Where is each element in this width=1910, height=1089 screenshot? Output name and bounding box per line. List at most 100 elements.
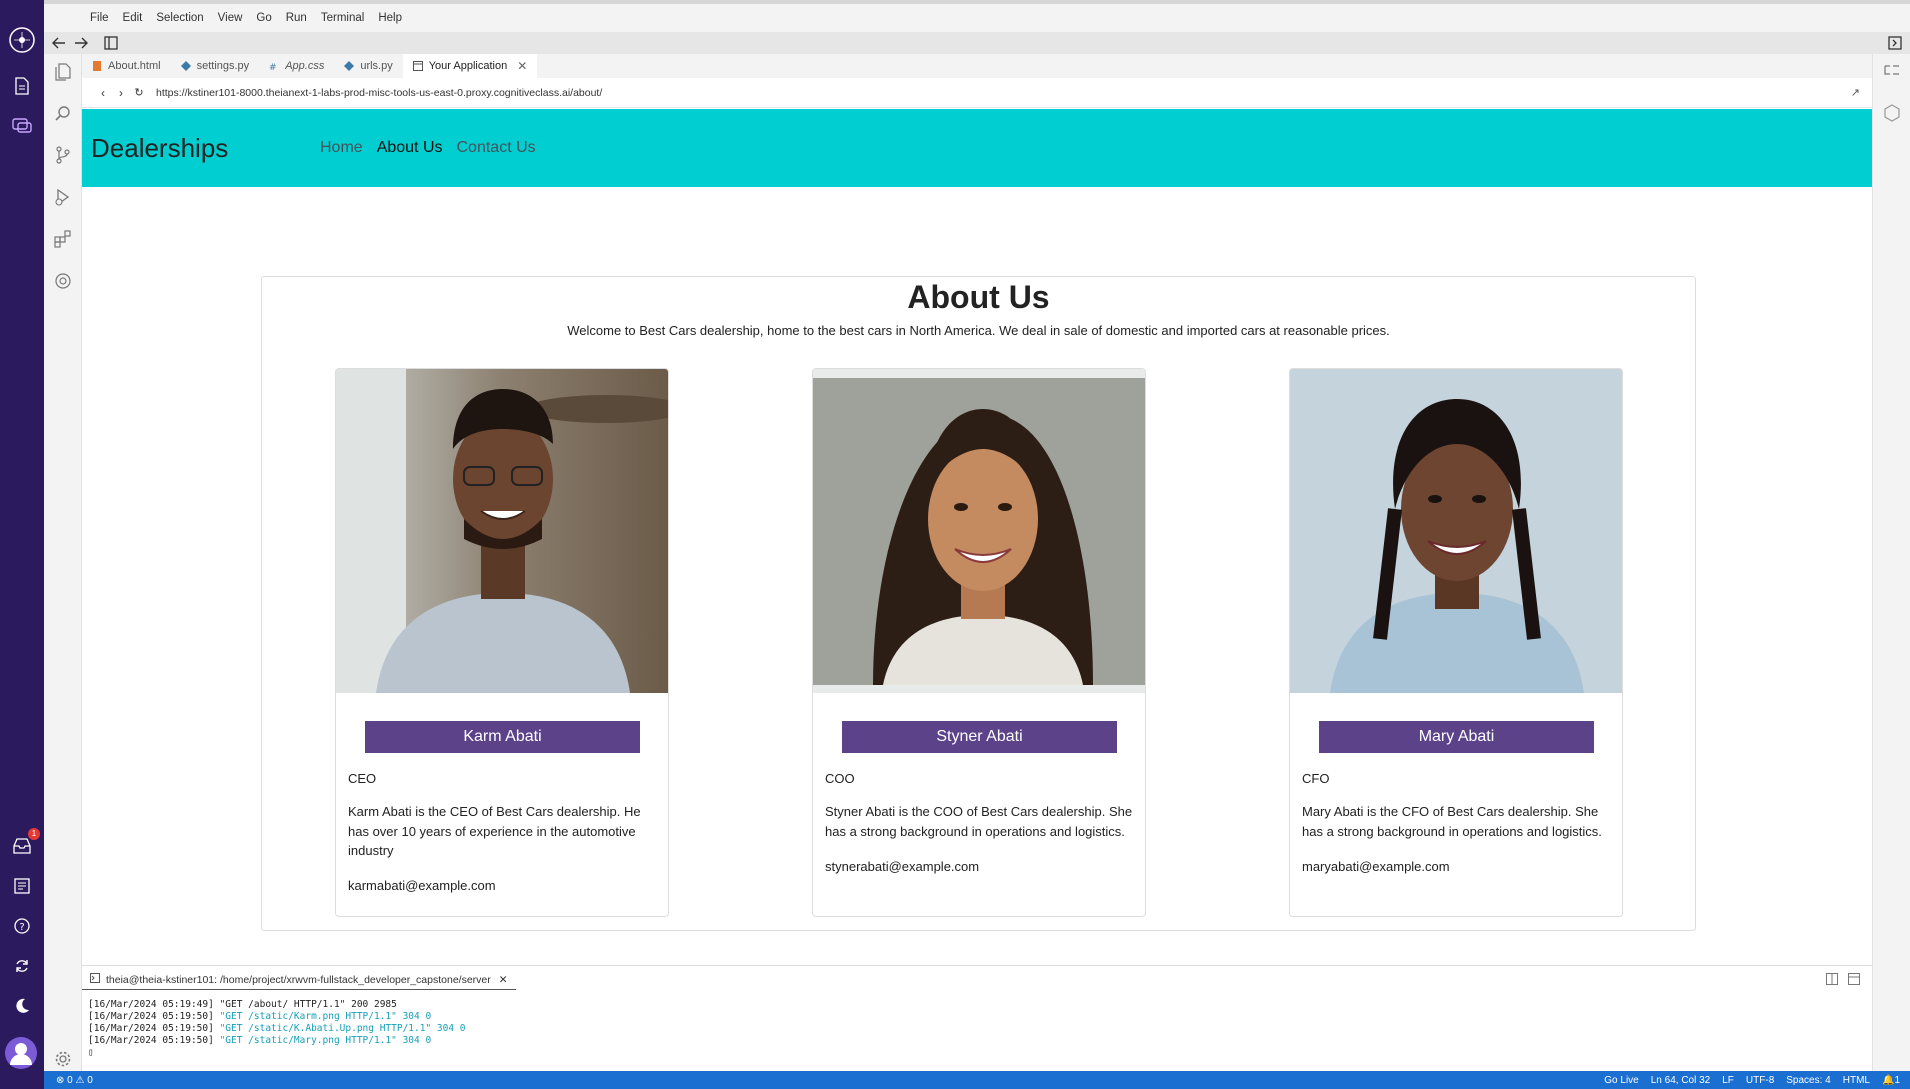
browser-url-bar: ‹ › ↻ https://kstiner101-8000.theianext-… bbox=[82, 78, 1872, 108]
forward-arrow-icon[interactable] bbox=[72, 34, 90, 52]
nav-home[interactable]: Home bbox=[320, 139, 363, 157]
explorer-icon[interactable] bbox=[52, 61, 74, 83]
terminal-tab-label: theia@theia-kstiner101: /home/project/xr… bbox=[106, 973, 491, 986]
team-card-styner: Styner Abati COO Styner Abati is the COO… bbox=[812, 368, 1146, 917]
toggle-sidebar-icon[interactable] bbox=[102, 34, 120, 52]
chat-icon[interactable] bbox=[8, 112, 36, 140]
tab-label: Your Application bbox=[428, 60, 508, 72]
reload-icon[interactable]: ↻ bbox=[130, 86, 148, 99]
python-file-icon bbox=[180, 61, 191, 71]
name-button[interactable]: Mary Abati bbox=[1319, 721, 1594, 753]
terminal-line-text: "GET /static/Mary.png HTTP/1.1" 304 0 bbox=[219, 1035, 432, 1046]
terminal-line-text: "GET /static/K.Abati.Up.png HTTP/1.1" 30… bbox=[219, 1023, 466, 1034]
css-file-icon: # bbox=[269, 61, 279, 71]
terminal-line-text: "GET /about/ HTTP/1.1" 200 2985 bbox=[219, 999, 397, 1010]
tab-urls-py[interactable]: urls.py bbox=[334, 54, 402, 78]
theia-logo-icon[interactable] bbox=[8, 26, 36, 54]
browser-preview-icon bbox=[412, 61, 423, 71]
menu-run[interactable]: Run bbox=[286, 12, 307, 24]
tab-about-html[interactable]: About.html bbox=[82, 54, 171, 78]
name-button[interactable]: Karm Abati bbox=[365, 721, 640, 753]
profile-photo bbox=[1290, 369, 1622, 693]
indent-indicator[interactable]: Spaces: 4 bbox=[1786, 1075, 1830, 1086]
site-navbar: Dealerships Home About Us Contact Us bbox=[82, 109, 1872, 187]
terminal-output[interactable]: [16/Mar/2024 05:19:49] "GET /about/ HTTP… bbox=[88, 999, 466, 1059]
tab-app-css[interactable]: # App.css bbox=[259, 54, 334, 78]
terminal-line: [16/Mar/2024 05:19:49] "GET /about/ HTTP… bbox=[88, 999, 466, 1011]
url-field[interactable]: https://kstiner101-8000.theianext-1-labs… bbox=[156, 87, 602, 99]
status-bar: ⊗ 0 ⚠ 0 Go Live Ln 64, Col 32 LF UTF-8 S… bbox=[44, 1071, 1910, 1089]
notes-icon[interactable] bbox=[8, 872, 36, 900]
profile-photo bbox=[336, 369, 668, 693]
encoding-indicator[interactable]: UTF-8 bbox=[1746, 1075, 1774, 1086]
web-preview: Dealerships Home About Us Contact Us Abo… bbox=[82, 109, 1872, 965]
source-control-icon[interactable] bbox=[52, 144, 74, 166]
terminal-cursor: ▯ bbox=[88, 1047, 94, 1058]
tab-label: settings.py bbox=[196, 60, 250, 72]
menu-file[interactable]: File bbox=[90, 12, 109, 24]
language-indicator[interactable]: HTML bbox=[1843, 1075, 1870, 1086]
page-subtitle: Welcome to Best Cars dealership, home to… bbox=[567, 323, 1390, 338]
menu-terminal[interactable]: Terminal bbox=[321, 12, 364, 24]
terminal-tab[interactable]: theia@theia-kstiner101: /home/project/xr… bbox=[82, 970, 516, 990]
avatar-icon[interactable] bbox=[4, 1036, 38, 1070]
svg-text:#: # bbox=[269, 63, 277, 71]
tab-label: About.html bbox=[108, 60, 161, 72]
terminal-panel: theia@theia-kstiner101: /home/project/xr… bbox=[82, 965, 1872, 1071]
file-icon[interactable] bbox=[8, 72, 36, 100]
settings-gear-icon[interactable] bbox=[52, 1048, 74, 1070]
run-debug-icon[interactable] bbox=[52, 186, 74, 208]
sync-icon[interactable] bbox=[8, 952, 36, 980]
help-icon[interactable]: ? bbox=[8, 912, 36, 940]
maximize-panel-icon[interactable] bbox=[1848, 972, 1860, 990]
cursor-position[interactable]: Ln 64, Col 32 bbox=[1651, 1075, 1711, 1086]
search-icon[interactable] bbox=[52, 102, 74, 124]
moon-icon[interactable] bbox=[8, 992, 36, 1020]
menu-go[interactable]: Go bbox=[256, 12, 271, 24]
terminal-line: [16/Mar/2024 05:19:50] "GET /static/K.Ab… bbox=[88, 1023, 466, 1035]
editor-tabs: About.html settings.py # App.css urls.py… bbox=[82, 54, 1872, 78]
open-external-icon[interactable]: ↗ bbox=[1851, 86, 1860, 99]
menu-help[interactable]: Help bbox=[378, 12, 402, 24]
nav-contact-us[interactable]: Contact Us bbox=[457, 139, 536, 157]
python-file-icon bbox=[344, 61, 355, 71]
menu-view[interactable]: View bbox=[218, 12, 243, 24]
team-email: stynerabati@example.com bbox=[825, 859, 980, 874]
team-role: COO bbox=[825, 771, 855, 786]
page-title: About Us bbox=[907, 279, 1050, 315]
profile-photo bbox=[813, 369, 1145, 693]
close-icon[interactable]: ✕ bbox=[499, 974, 508, 986]
outline-icon[interactable] bbox=[1883, 62, 1901, 80]
browser-back-icon[interactable]: ‹ bbox=[94, 86, 112, 100]
tab-settings-py[interactable]: settings.py bbox=[171, 54, 260, 78]
eol-indicator[interactable]: LF bbox=[1722, 1075, 1734, 1086]
tab-your-application[interactable]: Your Application ✕ bbox=[402, 54, 538, 78]
activity-bar bbox=[44, 54, 82, 1071]
go-live-button[interactable]: Go Live bbox=[1604, 1075, 1638, 1086]
html-file-icon bbox=[92, 61, 102, 71]
terminal-line: [16/Mar/2024 05:19:50] "GET /static/Mary… bbox=[88, 1035, 466, 1047]
right-activity-bar bbox=[1872, 54, 1910, 1071]
team-role: CFO bbox=[1302, 771, 1330, 786]
name-button[interactable]: Styner Abati bbox=[842, 721, 1117, 753]
team-email: karmabati@example.com bbox=[348, 878, 496, 893]
split-terminal-icon[interactable] bbox=[1826, 972, 1838, 990]
problems-indicator[interactable]: ⊗ 0 ⚠ 0 bbox=[44, 1075, 93, 1086]
browser-forward-icon[interactable]: › bbox=[112, 86, 130, 100]
extensions-icon[interactable] bbox=[52, 228, 74, 250]
site-brand[interactable]: Dealerships bbox=[91, 133, 320, 164]
back-arrow-icon[interactable] bbox=[50, 34, 68, 52]
terminal-icon bbox=[90, 973, 100, 986]
team-card-mary: Mary Abati CFO Mary Abati is the CFO of … bbox=[1289, 368, 1623, 917]
ai-assist-icon[interactable] bbox=[1883, 104, 1901, 122]
toggle-panel-right-icon[interactable] bbox=[1886, 34, 1904, 52]
menu-edit[interactable]: Edit bbox=[123, 12, 143, 24]
notifications-indicator[interactable]: 🔔1 bbox=[1882, 1075, 1900, 1086]
remote-icon[interactable] bbox=[52, 270, 74, 292]
menu-selection[interactable]: Selection bbox=[156, 12, 203, 24]
inbox-icon[interactable]: 1 bbox=[8, 828, 40, 860]
nav-about-us[interactable]: About Us bbox=[377, 139, 443, 157]
terminal-line-timestamp: [16/Mar/2024 05:19:50] bbox=[88, 1011, 220, 1022]
close-icon[interactable]: ✕ bbox=[517, 59, 527, 73]
terminal-line-timestamp: [16/Mar/2024 05:19:50] bbox=[88, 1023, 220, 1034]
